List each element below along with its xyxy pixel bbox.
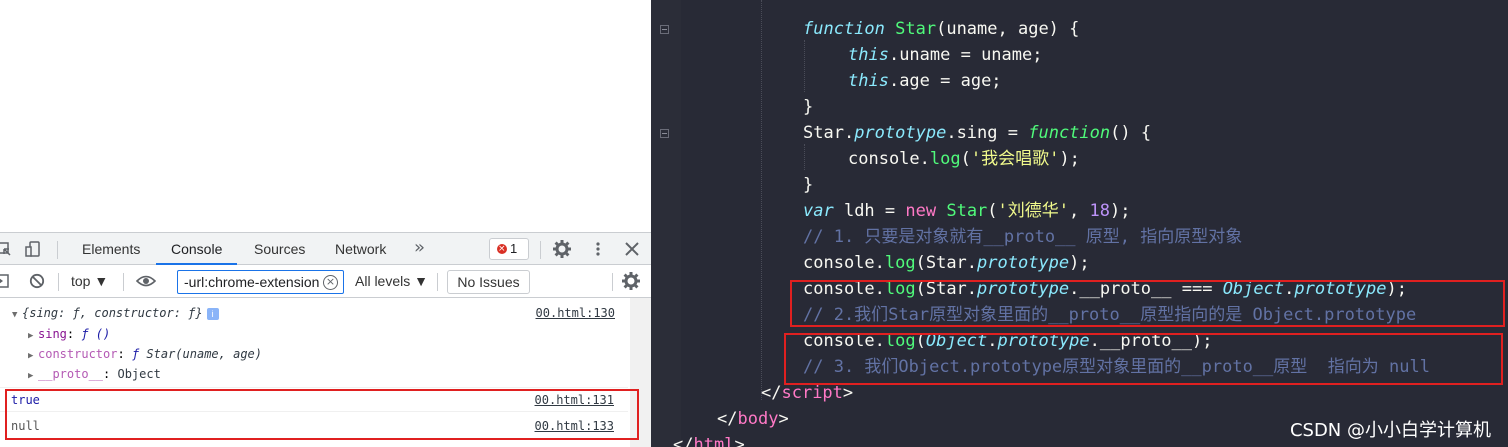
code-line-1: function Star(uname, age) { [803,19,1080,39]
toolbar-separator [612,273,613,291]
row-separator [0,387,628,388]
code-line-7: } [803,175,814,195]
devtools-toolbar: Elements Console Sources Network » 1 [0,232,651,265]
fold-icon[interactable] [660,129,669,138]
fold-icon[interactable] [660,25,669,34]
expand-arrow-icon[interactable]: ▼ [12,305,22,325]
toolbar-separator [58,273,59,291]
console-prop-sing[interactable]: ▶ sing: ƒ () [28,324,651,344]
clear-filter-icon[interactable]: × [323,275,338,290]
sidebar-toggle-icon[interactable] [0,273,10,289]
log-levels-dropdown[interactable]: All levels ▼ [355,273,428,289]
code-line-16: </body> [717,409,789,429]
kebab-menu-icon[interactable] [590,241,606,257]
inspect-element-icon[interactable] [0,241,12,257]
watermark: CSDN @小小白学计算机 [1289,420,1491,441]
prop-key: constructor [38,347,118,361]
editor-gutter [651,0,681,447]
toolbar-separator [437,273,438,291]
clear-console-icon[interactable] [29,273,45,289]
object-summary: {sing: ƒ, constructor: ƒ} [22,306,203,320]
toolbar-separator [540,241,541,259]
error-icon [497,239,507,259]
page-viewport [0,0,651,232]
indent-guide [804,40,805,92]
prop-value-f: ƒ [131,347,140,361]
code-line-5: Star.prototype.sing = function() { [803,123,1152,143]
prop-value: ƒ () [81,327,111,341]
devtools-panel: Elements Console Sources Network » 1 [0,0,651,447]
error-count: 1 [510,241,518,256]
more-tabs-button[interactable]: » [414,233,425,265]
tab-network[interactable]: Network [335,233,386,265]
console-prop-proto[interactable]: ▶ __proto__: Object [28,364,651,384]
info-icon[interactable]: i [206,308,219,320]
issues-button[interactable]: No Issues [447,270,530,294]
settings-gear-icon[interactable] [553,240,571,258]
highlight-box [790,280,1505,327]
tab-elements[interactable]: Elements [82,233,140,265]
source-link[interactable]: 00.html:130 [536,303,615,323]
highlight-box [784,333,1503,385]
toolbar-separator [123,273,124,291]
context-selector[interactable]: top ▼ [71,273,108,289]
error-count-badge[interactable]: 1 [489,238,529,260]
code-line-4: } [803,97,814,117]
indent-guide [761,0,762,400]
console-filter-input[interactable] [177,270,344,294]
tab-console[interactable]: Console [156,233,238,265]
collapse-arrow-icon[interactable]: ▶ [28,366,38,386]
code-line-17: </html> [673,435,745,447]
console-settings-gear-icon[interactable] [622,272,640,290]
device-toolbar-icon[interactable] [25,241,41,257]
collapse-arrow-icon[interactable]: ▶ [28,346,38,366]
close-icon[interactable] [624,241,640,257]
code-line-2: this.uname = uname; [848,45,1043,65]
tab-sources[interactable]: Sources [254,233,305,265]
indent-guide [804,144,805,170]
code-line-8: var ldh = new Star('刘德华', 18); [803,201,1131,221]
prop-value: Star(uname, age) [146,347,262,361]
code-line-9: // 1. 只要是对象就有__proto__ 原型, 指向原型对象 [803,227,1243,247]
code-line-10: console.log(Star.prototype); [803,253,1090,273]
prop-key: __proto__ [38,367,104,381]
console-object-row[interactable]: ▼ {sing: ƒ, constructor: ƒ} i 00.html:130 [12,303,640,323]
collapse-arrow-icon[interactable]: ▶ [28,326,38,346]
live-expression-eye-icon[interactable] [136,273,156,289]
code-editor: function Star(uname, age) { this.uname =… [651,0,1508,447]
toolbar-separator [57,241,58,259]
highlight-box [5,389,639,440]
prop-value: Object [117,367,161,381]
prop-key: sing [38,327,67,341]
console-prop-constructor[interactable]: ▶ constructor: ƒ Star(uname, age) [28,344,651,364]
console-filter-bar: top ▼ × All levels ▼ No Issues [0,265,651,298]
code-line-3: this.age = age; [848,71,1002,91]
code-line-6: console.log('我会唱歌'); [848,149,1080,169]
